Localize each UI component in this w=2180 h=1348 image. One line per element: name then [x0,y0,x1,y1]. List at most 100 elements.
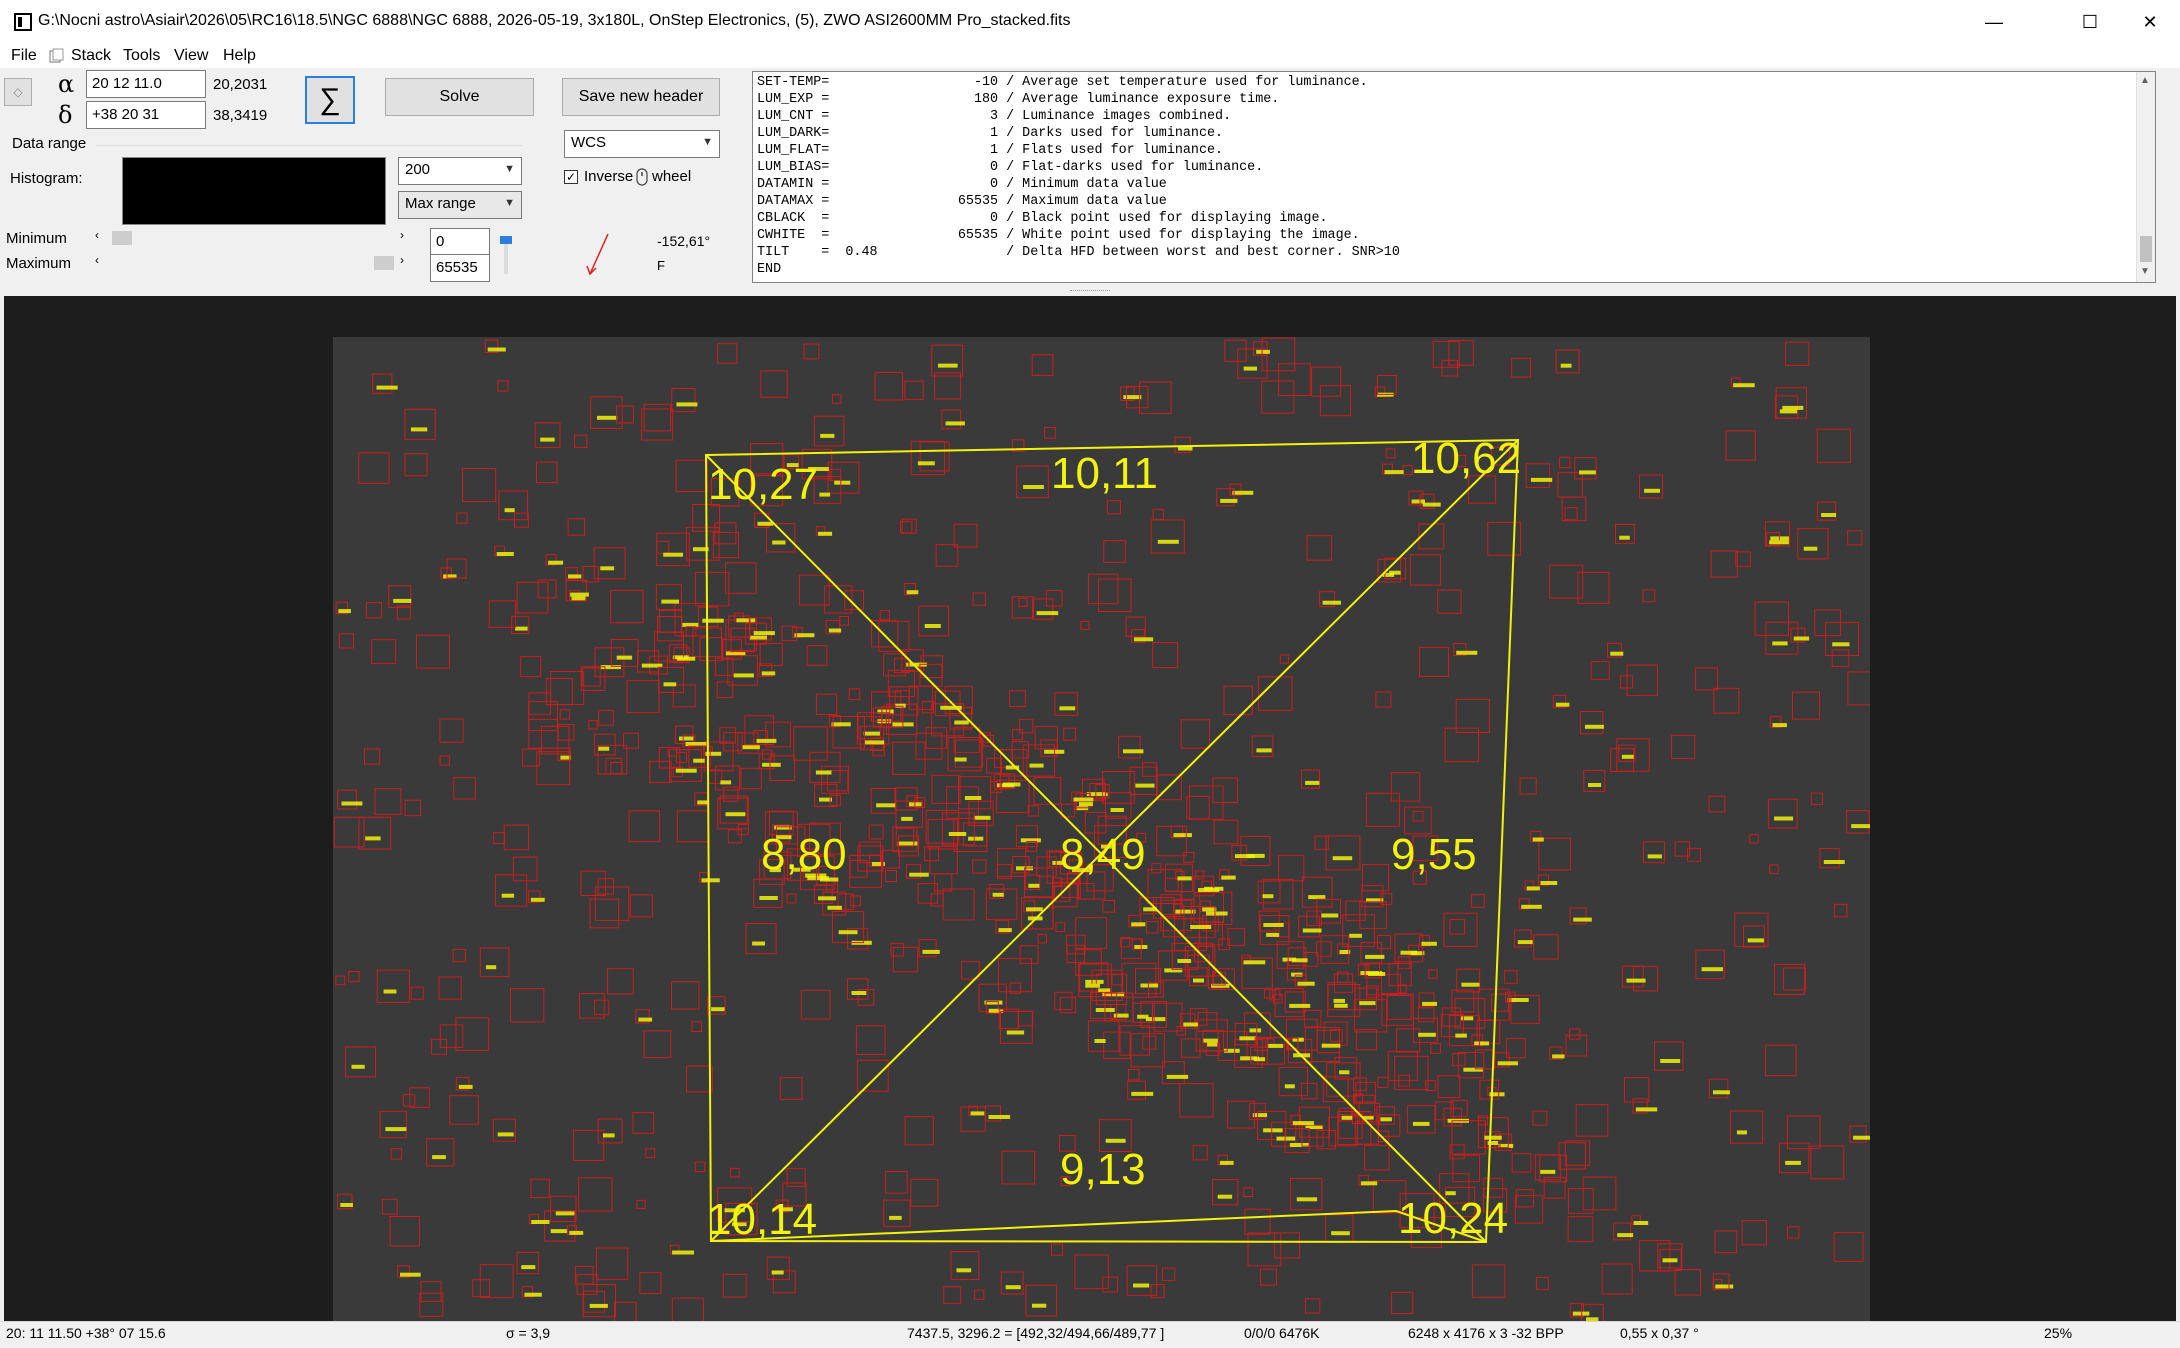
star-hfd-mark [1461,1016,1474,1021]
star-hfd-mark [1635,1107,1658,1112]
star-hfd-mark [1263,923,1284,927]
star-hfd-mark [954,757,967,762]
menu-view[interactable]: View [174,44,208,68]
star-hfd-mark [1772,641,1788,646]
star-hfd-mark [1193,978,1204,983]
star-hfd-mark [1331,1231,1350,1236]
save-header-button[interactable]: Save new header [562,78,720,116]
star-hfd-mark [938,363,958,368]
hfd-label-top-center: 10,11 [1051,449,1158,498]
inverse-checkbox[interactable]: ✓ [564,170,578,184]
star-hfd-mark [1292,1121,1314,1126]
maximum-input[interactable]: 65535 [430,254,490,282]
star-hfd-mark [1256,349,1270,354]
close-button[interactable]: ✕ [2118,0,2180,44]
dec-input[interactable]: +38 20 31 [86,101,206,129]
star-hfd-mark [1157,539,1179,544]
star-hfd-mark [1853,1135,1870,1140]
star-hfd-mark [1400,950,1417,955]
star-hfd-mark [889,1215,902,1220]
star-hfd-mark [589,1303,608,1308]
splitter-grip[interactable] [1070,290,1110,293]
star-hfd-mark [1832,642,1850,647]
minimum-input[interactable]: 0 [430,228,490,256]
minimize-button[interactable]: — [1962,0,2026,44]
window-title: G:\Nocni astro\Asiair\2026\05\RC16\18.5\… [38,12,1071,29]
ra-input[interactable]: 20 12 11.0 [86,70,206,98]
hfd-label-center: 8,49 [1060,830,1146,879]
lock-coordinates-button[interactable]: ◇ [4,78,32,106]
hfd-label-bottom-right: 10,24 [1398,1194,1508,1243]
star-hfd-mark [819,492,831,497]
star-hfd-mark [838,930,858,935]
star-hfd-mark [598,746,610,751]
spin-track [504,244,508,274]
menu-bar [0,44,2180,68]
star-hfd-mark [1747,938,1764,943]
wcs-combo[interactable]: WCS ▼ [564,130,720,158]
star-hfd-mark [410,427,428,432]
status-zoom: 25% [2044,1325,2073,1341]
star-hfd-mark [487,347,506,352]
star-hfd-mark [1412,1121,1430,1126]
star-hfd-mark [1851,824,1870,829]
spin-control[interactable] [498,232,514,282]
diamond-icon: ◇ [13,85,23,99]
star-hfd-mark [661,599,679,604]
star-hfd-mark [954,720,969,725]
maximize-button[interactable]: ☐ [2058,0,2122,44]
star-hfd-mark [1321,913,1339,918]
star-hfd-mark [1254,1057,1266,1062]
star-hfd-mark [1219,1160,1234,1165]
star-hfd-mark [945,421,965,426]
star-hfd-mark [663,552,683,557]
star-hfd-mark [486,965,497,970]
star-hfd-mark [548,560,564,565]
range-mode-combo[interactable]: Max range ▼ [398,191,522,219]
right-arrow-icon: › [400,253,404,267]
menu-file[interactable]: File [11,44,37,68]
maximum-slider[interactable]: ‹ › [92,253,412,273]
fits-header-text: SET-TEMP= -10 / Average set temperature … [757,75,1400,277]
star-hfd-mark [385,1127,407,1132]
slider-thumb[interactable] [374,256,394,270]
star-hfd-mark [1530,477,1553,482]
star-hfd-mark [1633,1221,1649,1225]
minimum-slider[interactable]: ‹ › [92,228,412,248]
scroll-up-icon[interactable]: ▲ [2140,75,2150,86]
scroll-thumb[interactable] [2140,236,2152,262]
sigma-button[interactable]: ∑ [305,76,355,124]
star-hfd-mark [725,812,746,817]
star-hfd-mark [1217,1194,1233,1199]
spin-up-indicator [500,236,512,244]
star-hfd-mark [1474,1041,1489,1046]
star-hfd-mark [1262,894,1274,899]
star-hfd-mark [497,1132,514,1137]
star-hfd-mark [1297,981,1315,986]
star-hfd-mark [1484,1135,1502,1140]
star-hfd-mark [1644,488,1660,493]
solve-button[interactable]: Solve [385,78,534,116]
header-scrollbar[interactable]: ▲ ▼ [2136,72,2155,282]
menu-help[interactable]: Help [223,44,256,68]
slider-thumb[interactable] [112,231,132,245]
menu-tools[interactable]: Tools [123,44,160,68]
star-hfd-mark [1243,960,1266,965]
level-combo[interactable]: 200 ▼ [398,157,522,185]
scroll-down-icon[interactable]: ▼ [2140,266,2150,277]
star-hfd-mark [1540,1169,1556,1174]
astro-image-canvas[interactable]: 10,27 10,11 10,62 8,80 8,49 9,55 10,14 9… [333,337,1870,1321]
star-hfd-mark [1463,1067,1483,1072]
star-hfd-mark [759,896,778,900]
fits-header-memo[interactable]: SET-TEMP= -10 / Average set temperature … [752,71,2156,283]
star-hfd-mark [1517,940,1533,945]
star-hfd-mark [1793,636,1810,641]
menu-stack[interactable]: Stack [71,44,111,68]
star-hfd-mark [679,736,694,741]
star-hfd-mark [998,928,1012,933]
star-hfd-mark [1772,723,1787,728]
star-hfd-mark [1094,1039,1106,1043]
star-hfd-mark [1175,909,1196,914]
star-hfd-mark [1803,546,1818,551]
slider-track [112,256,392,270]
